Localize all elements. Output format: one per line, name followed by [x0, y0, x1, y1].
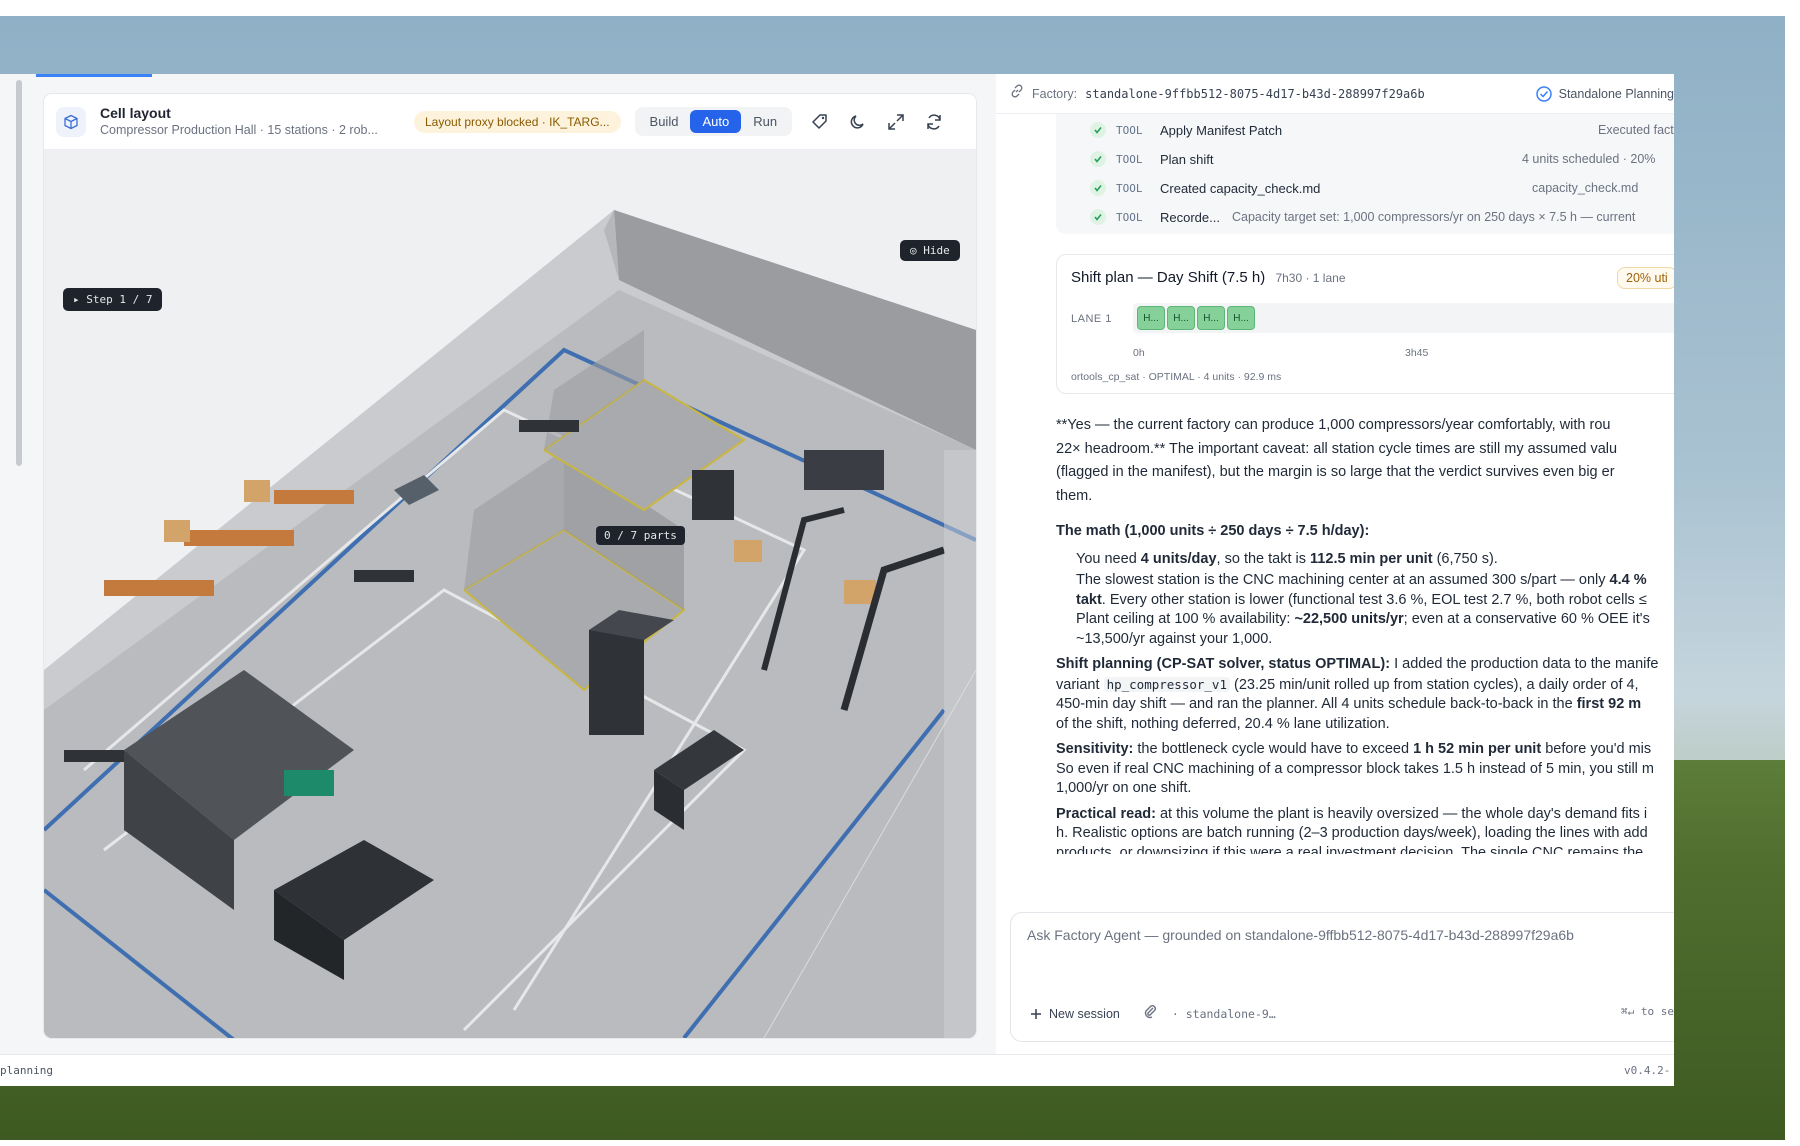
3d-viewport[interactable]: ◎ Hide ▸ Step 1 / 7 0 / 7 parts [44, 150, 976, 1038]
inline-code: hp_compressor_v1 [1103, 676, 1230, 692]
message-line: (flagged in the manifest), but the margi… [1056, 464, 1615, 480]
new-session-label: New session [1049, 1006, 1120, 1021]
sidebar-scrollbar[interactable] [16, 80, 22, 466]
refresh-icon[interactable] [924, 112, 944, 132]
time-tick: 0h [1133, 347, 1145, 359]
shift-plan-card: Shift plan — Day Shift (7.5 h) 7h30 · 1 … [1056, 254, 1674, 394]
send-shortcut-hint: ⌘↵ to se [1621, 1005, 1674, 1018]
link-icon [1010, 84, 1024, 103]
tool-row[interactable]: TOOL Plan shift 4 units scheduled · 20% [1056, 145, 1674, 173]
top-white-strip [0, 0, 1800, 16]
lane-block[interactable]: H... [1197, 306, 1225, 330]
shift-plan-subtitle: 7h30 · 1 lane [1275, 271, 1346, 285]
check-icon [1090, 180, 1106, 196]
solver-info: ortools_cp_sat · OPTIMAL · 4 units · 92.… [1071, 371, 1282, 383]
shift-plan-title: Shift plan — Day Shift (7.5 h) [1071, 269, 1266, 286]
utilization-badge: 20% uti [1617, 267, 1674, 289]
lane-block[interactable]: H... [1167, 306, 1195, 330]
tool-tag: TOOL [1116, 123, 1143, 137]
tool-name: Apply Manifest Patch [1160, 122, 1283, 138]
tool-row[interactable]: TOOL Recorde... Capacity target set: 1,0… [1056, 203, 1674, 231]
tool-row[interactable]: TOOL Created capacity_check.md capacity_… [1056, 174, 1674, 202]
factory-id: standalone-9ffbb512-8075-4d17-b43d-28899… [1085, 86, 1425, 101]
lane-block[interactable]: H... [1137, 306, 1165, 330]
factory-3d-scene [44, 150, 976, 1038]
factory-agent-app: Cell layout Compressor Production Hall ·… [0, 74, 1674, 1086]
standalone-planning-badge: Standalone Planning [1535, 85, 1674, 103]
message-line: 22× headroom.** The important caveat: al… [1056, 440, 1618, 457]
expand-icon[interactable] [886, 112, 906, 132]
time-tick: 3h45 [1405, 347, 1429, 359]
lane-track: H... H... H... H... [1133, 303, 1674, 333]
parts-counter-label: 0 / 7 parts [596, 526, 685, 545]
cell-layout-header: Cell layout Compressor Production Hall ·… [44, 94, 976, 150]
chat-header: Factory: standalone-9ffbb512-8075-4d17-b… [996, 74, 1674, 114]
check-circle-icon [1535, 85, 1552, 102]
plus-icon [1031, 1008, 1041, 1019]
tool-name: Plan shift [1160, 151, 1214, 167]
mode-auto-button[interactable]: Auto [690, 110, 742, 133]
tool-tag: TOOL [1116, 181, 1143, 195]
tool-meta: capacity_check.md [1532, 181, 1639, 195]
session-id: · standalone-9… [1171, 1006, 1276, 1021]
cube-icon[interactable] [56, 106, 86, 137]
tool-name: Created capacity_check.md [1160, 180, 1321, 196]
check-icon [1090, 122, 1106, 138]
tool-meta: 4 units scheduled · 20% [1522, 152, 1656, 166]
lane-label: LANE 1 [1071, 313, 1112, 325]
agent-chat-panel: Factory: standalone-9ffbb512-8075-4d17-b… [996, 74, 1674, 1054]
tool-calls-card: TOOL Apply Manifest Patch Executed facto… [1056, 114, 1674, 234]
paperclip-icon[interactable] [1142, 1003, 1158, 1024]
mode-switch: Build Auto Run [634, 107, 793, 136]
active-tab-indicator [36, 74, 152, 77]
mode-run-button[interactable]: Run [741, 110, 789, 133]
mode-build-button[interactable]: Build [638, 110, 691, 133]
new-session-button[interactable]: New session [1029, 1007, 1120, 1021]
cell-layout-subtitle: Compressor Production Hall · 15 stations… [100, 123, 378, 137]
chat-input[interactable] [1027, 927, 1674, 943]
moon-icon[interactable] [848, 112, 868, 132]
status-planning: planning [0, 1064, 53, 1077]
cell-layout-panel: Cell layout Compressor Production Hall ·… [44, 94, 976, 1038]
app-version: v0.4.2- [1624, 1064, 1671, 1077]
status-bar: planning v0.4.2- [0, 1054, 1674, 1086]
right-white-strip [1785, 0, 1800, 1146]
step-counter[interactable]: ▸ Step 1 / 7 [63, 288, 163, 311]
hide-overlay-button[interactable]: ◎ Hide [900, 240, 960, 261]
tag-icon[interactable] [810, 112, 830, 132]
bottom-white-strip [0, 1140, 1800, 1146]
tool-meta: Executed facto [1598, 123, 1674, 137]
tool-tag: TOOL [1116, 152, 1143, 166]
layout-proxy-badge: Layout proxy blocked · IK_TARG... [414, 110, 621, 133]
tool-meta: Capacity target set: 1,000 compressors/y… [1232, 210, 1636, 224]
chat-composer: New session · standalone-9… ⌘↵ to se [1010, 912, 1674, 1042]
check-icon [1090, 151, 1106, 167]
lane-block[interactable]: H... [1227, 306, 1255, 330]
tool-tag: TOOL [1116, 210, 1143, 224]
check-icon [1090, 209, 1106, 225]
message-line: **Yes — the current factory can produce … [1056, 417, 1611, 433]
tool-name: Recorde... [1160, 209, 1220, 225]
message-line: them. [1056, 487, 1093, 504]
message-line: products, or downsizing if this were a r… [1056, 844, 1644, 854]
agent-message: **Yes — the current factory can produce … [1056, 414, 1674, 854]
standalone-planning-label: Standalone Planning [1558, 86, 1674, 101]
bullet-line: You need 4 units/day, so the takt is 112… [1076, 550, 1498, 567]
math-heading: The math (1,000 units ÷ 250 days ÷ 7.5 h… [1056, 523, 1370, 539]
cell-layout-title: Cell layout [100, 105, 171, 121]
factory-label: Factory: [1032, 86, 1078, 101]
tool-row[interactable]: TOOL Apply Manifest Patch Executed facto [1056, 116, 1674, 144]
